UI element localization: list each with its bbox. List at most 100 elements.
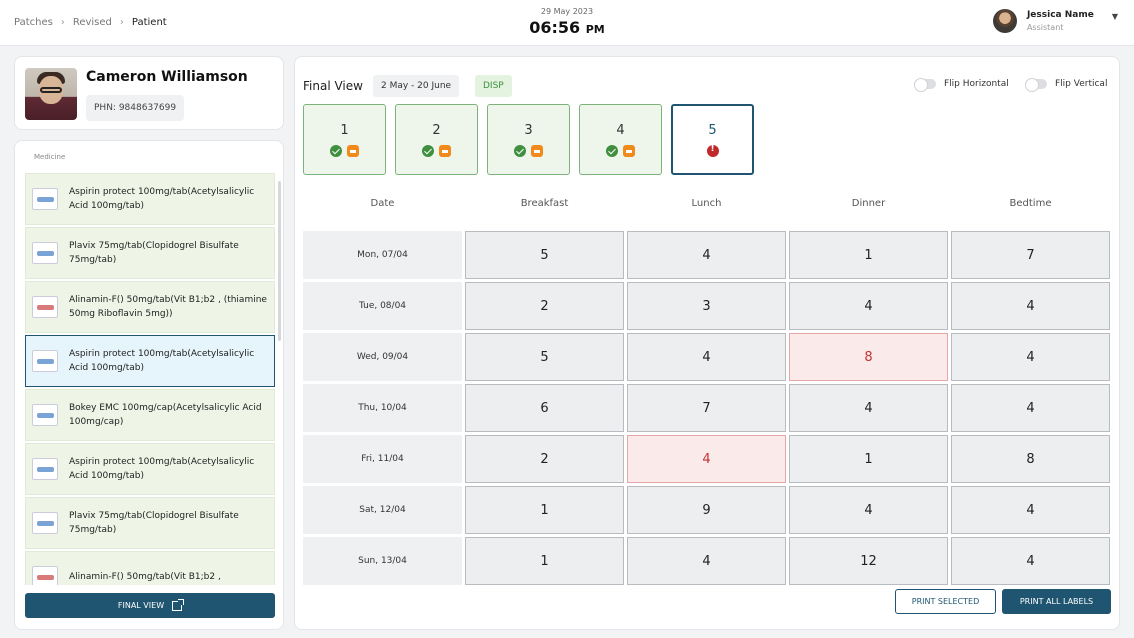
- batch-number: 2: [432, 123, 441, 138]
- print-all-labels-button[interactable]: PRINT ALL LABELS: [1002, 589, 1111, 614]
- dose-cell[interactable]: 7: [951, 231, 1110, 279]
- date-cell: Tue, 08/04: [303, 282, 462, 330]
- flip-horizontal-toggle[interactable]: [914, 78, 936, 92]
- dose-cell[interactable]: 2: [465, 282, 624, 330]
- dose-cell[interactable]: 7: [627, 384, 786, 432]
- date-cell: Mon, 07/04: [303, 231, 462, 279]
- user-name: Jessica Name: [1026, 10, 1094, 20]
- patient-card: Cameron Williamson PHN: 9848637699: [14, 56, 284, 130]
- medicine-list[interactable]: Aspirin protect 100mg/tab(Acetylsalicyli…: [25, 173, 275, 585]
- medicine-item-label: Aspirin protect 100mg/tab(Acetylsalicyli…: [69, 457, 255, 481]
- batch-card[interactable]: 3: [487, 104, 570, 175]
- dose-cell[interactable]: 8: [951, 435, 1110, 483]
- pill-pack-icon: [32, 188, 58, 210]
- medicine-item[interactable]: Bokey EMC 100mg/cap(Acetylsalicylic Acid…: [25, 389, 275, 441]
- pill-pack-icon: [32, 458, 58, 480]
- dose-cell[interactable]: 4: [627, 231, 786, 279]
- batch-status: [673, 144, 752, 157]
- dose-cell[interactable]: 12: [789, 537, 948, 585]
- medicine-item-label: Alinamin-F() 50mg/tab(Vit B1;b2 , (thiam…: [69, 295, 267, 319]
- dose-cell[interactable]: 1: [465, 486, 624, 534]
- date-cell: Fri, 11/04: [303, 435, 462, 483]
- top-bar: Patches › Revised › Patient 29 May 2023 …: [0, 0, 1134, 46]
- dose-cell[interactable]: 1: [789, 231, 948, 279]
- dose-cell[interactable]: 4: [789, 384, 948, 432]
- flip-vertical-label: Flip Vertical: [1055, 79, 1108, 89]
- external-link-icon: [172, 598, 185, 611]
- medicine-item-label: Aspirin protect 100mg/tab(Acetylsalicyli…: [69, 349, 255, 373]
- clock-time-value: 06:56: [529, 18, 581, 37]
- print-selected-button[interactable]: PRINT SELECTED: [895, 589, 996, 614]
- medicine-item[interactable]: Alinamin-F() 50mg/tab(Vit B1;b2 , (thiam…: [25, 281, 275, 333]
- alert-icon: [706, 144, 719, 157]
- dose-cell[interactable]: 4: [627, 435, 786, 483]
- dose-cell[interactable]: 5: [465, 231, 624, 279]
- date-range-badge[interactable]: 2 May - 20 June: [373, 75, 460, 97]
- dose-cell[interactable]: 4: [951, 486, 1110, 534]
- dose-cell[interactable]: 4: [627, 537, 786, 585]
- medicine-item[interactable]: Aspirin protect 100mg/tab(Acetylsalicyli…: [25, 443, 275, 495]
- dose-cell[interactable]: 6: [465, 384, 624, 432]
- dose-cell[interactable]: 1: [465, 537, 624, 585]
- batch-number: 5: [708, 123, 717, 138]
- clock-ampm: PM: [585, 23, 605, 36]
- dose-cell[interactable]: 5: [465, 333, 624, 381]
- dose-cell[interactable]: 2: [465, 435, 624, 483]
- batch-card[interactable]: 5: [671, 104, 754, 175]
- dose-cell[interactable]: 1: [789, 435, 948, 483]
- user-role: Assistant: [1026, 23, 1064, 32]
- dose-cell[interactable]: 4: [627, 333, 786, 381]
- schedule-row: Tue, 08/04 2 3 4 4: [303, 282, 1111, 330]
- medicine-scrollbar[interactable]: [278, 181, 281, 341]
- medicine-item[interactable]: Plavix 75mg/tab(Clopidogrel Bisulfate 75…: [25, 227, 275, 279]
- dose-cell[interactable]: 9: [627, 486, 786, 534]
- batch-card[interactable]: 1: [303, 104, 386, 175]
- check-icon: [606, 145, 618, 157]
- batch-card[interactable]: 4: [579, 104, 662, 175]
- pill-pack-icon: [32, 404, 58, 426]
- pill-pack-icon: [32, 242, 58, 264]
- user-info: Jessica Name Assistant: [1027, 10, 1094, 32]
- schedule-row: Thu, 10/04 6 7 4 4: [303, 384, 1111, 432]
- batch-number: 1: [340, 123, 349, 138]
- flip-vertical-toggle[interactable]: [1025, 78, 1047, 92]
- schedule-row: Sat, 12/04 1 9 4 4: [303, 486, 1111, 534]
- dose-cell[interactable]: 4: [951, 537, 1110, 585]
- chevron-right-icon: ›: [119, 17, 124, 28]
- dose-cell[interactable]: 4: [951, 384, 1110, 432]
- schedule-row: Wed, 09/04 5 4 8 4: [303, 333, 1111, 381]
- breadcrumb-patches[interactable]: Patches: [14, 17, 53, 28]
- batch-status: [304, 145, 385, 157]
- dose-cell[interactable]: 4: [951, 282, 1110, 330]
- dose-cell[interactable]: 4: [951, 333, 1110, 381]
- schedule-header: Date Breakfast Lunch Dinner Bedtime: [303, 198, 1111, 209]
- medicine-item[interactable]: Aspirin protect 100mg/tab(Acetylsalicyli…: [25, 335, 275, 387]
- medicine-item[interactable]: Plavix 75mg/tab(Clopidogrel Bisulfate 75…: [25, 497, 275, 549]
- breadcrumb-revised[interactable]: Revised: [73, 17, 112, 28]
- medicine-item[interactable]: Aspirin protect 100mg/tab(Acetylsalicyli…: [25, 173, 275, 225]
- user-menu[interactable]: Jessica Name Assistant ▼: [992, 9, 1118, 33]
- medicine-item[interactable]: Alinamin-F() 50mg/tab(Vit B1;b2 ,: [25, 551, 275, 585]
- breadcrumb-patient: Patient: [131, 17, 167, 28]
- batch-card[interactable]: 2: [395, 104, 478, 175]
- flip-vertical-control[interactable]: Flip Vertical: [1025, 78, 1108, 92]
- schedule-row: Sun, 13/04 1 4 12 4: [303, 537, 1111, 585]
- flip-horizontal-control[interactable]: Flip Horizontal: [914, 78, 1009, 92]
- user-avatar: [992, 9, 1017, 33]
- medicine-item-label: Alinamin-F() 50mg/tab(Vit B1;b2 ,: [69, 572, 221, 582]
- dose-cell[interactable]: 8: [789, 333, 948, 381]
- check-icon: [330, 145, 342, 157]
- patient-name: Cameron Williamson: [86, 69, 248, 85]
- dose-cell[interactable]: 3: [627, 282, 786, 330]
- dose-cell[interactable]: 4: [789, 486, 948, 534]
- final-view-button[interactable]: FINAL VIEW: [25, 593, 275, 618]
- caret-down-icon[interactable]: ▼: [1112, 12, 1118, 21]
- dose-cell[interactable]: 4: [789, 282, 948, 330]
- page-title: Final View: [303, 79, 363, 93]
- batch-number: 4: [616, 123, 625, 138]
- column-header: Bedtime: [1009, 198, 1052, 209]
- date-cell: Sat, 12/04: [303, 486, 462, 534]
- final-view-panel: Final View 2 May - 20 June DISP Flip Hor…: [294, 56, 1120, 630]
- clock-date: 29 May 2023: [540, 7, 594, 16]
- batch-number: 3: [524, 123, 533, 138]
